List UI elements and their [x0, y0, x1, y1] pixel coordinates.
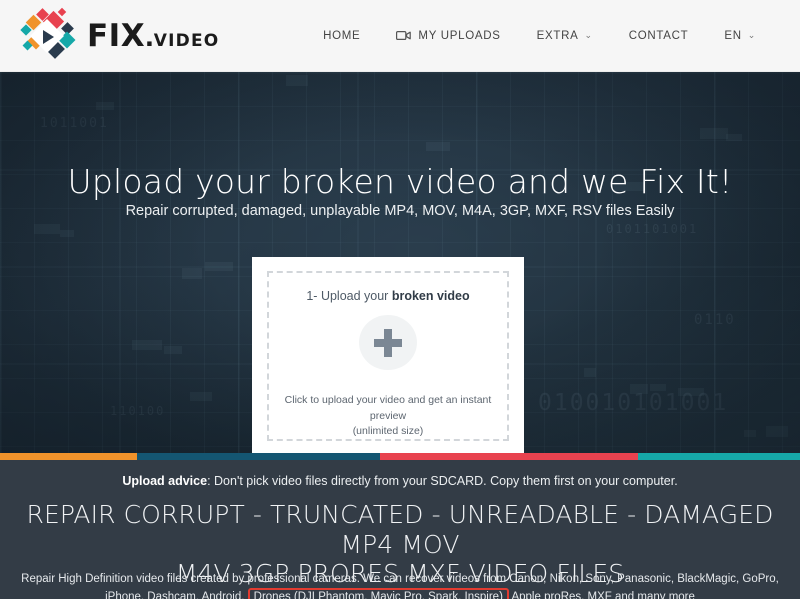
- chevron-down-icon: ⌄: [747, 30, 756, 40]
- nav-label-language: EN: [724, 29, 742, 42]
- nav-label-contact: CONTACT: [628, 29, 689, 42]
- hero-title: Upload your broken video and we Fix It!: [67, 162, 733, 201]
- logo-wordmark: FIX . VIDEO: [87, 18, 219, 54]
- upload-advice-text: : Don't pick video files directly from y…: [207, 474, 678, 488]
- page-root: FIX . VIDEO HOME MY UPLOADS EXTRA ⌄ CONT…: [0, 0, 800, 599]
- drones-highlight: Drones (DJI Phantom, Mavic Pro, Spark, I…: [247, 588, 509, 599]
- nav-label-home: HOME: [323, 29, 361, 42]
- upload-hint-line2: (unlimited size): [352, 424, 424, 437]
- nav-label-extra: EXTRA: [536, 29, 579, 42]
- nav-item-extra[interactable]: EXTRA ⌄: [519, 30, 611, 42]
- seo-paragraph: Repair High Definition video files creat…: [0, 570, 800, 599]
- upload-card[interactable]: 1- Upload your broken video Click to upl…: [252, 257, 524, 453]
- nav-label-my-uploads: MY UPLOADS: [418, 29, 501, 42]
- nav-item-my-uploads[interactable]: MY UPLOADS: [378, 30, 518, 42]
- upload-step-label: 1- Upload your broken video: [306, 289, 469, 303]
- upload-plus-button[interactable]: [359, 315, 417, 371]
- footer-section: Upload advice: Don't pick video files di…: [0, 460, 800, 599]
- color-bar-segment-red: [380, 453, 638, 460]
- site-header: FIX . VIDEO HOME MY UPLOADS EXTRA ⌄ CONT…: [0, 0, 800, 72]
- upload-hint: Click to upload your video and get an in…: [281, 393, 496, 439]
- logo-fix-text: FIX: [87, 17, 146, 54]
- upload-hint-line1: Click to upload your video and get an in…: [284, 394, 492, 422]
- nav-item-language[interactable]: EN ⌄: [706, 30, 774, 42]
- color-bar-segment-teal: [638, 453, 800, 460]
- upload-advice: Upload advice: Don't pick video files di…: [0, 474, 800, 488]
- logo[interactable]: FIX . VIDEO: [18, 7, 219, 64]
- color-bar-segment-orange: [0, 453, 137, 460]
- chevron-down-icon: ⌄: [584, 30, 593, 40]
- color-bar-segment-dark-teal: [137, 453, 380, 460]
- hero-subtitle: Repair corrupted, damaged, unplayable MP…: [125, 203, 675, 219]
- logo-video-text: VIDEO: [153, 30, 220, 51]
- plus-icon: [374, 328, 402, 357]
- hero-section: 010010101001 1011001 0101101001 110100 0…: [0, 72, 800, 453]
- upload-step-prefix: 1- Upload your: [306, 289, 392, 303]
- main-navigation: HOME MY UPLOADS EXTRA ⌄ CONTACT EN ⌄: [305, 30, 774, 42]
- upload-step-strong: broken video: [391, 289, 470, 303]
- logo-mosaic-icon: [18, 7, 80, 64]
- accent-color-bar: [0, 453, 800, 460]
- seo-paragraph-part2: Apple proRes, MXF and many more: [508, 591, 695, 599]
- logo-dot: .: [145, 17, 154, 53]
- video-camera-icon: [396, 30, 412, 41]
- nav-item-home[interactable]: HOME: [305, 30, 378, 42]
- nav-item-contact[interactable]: CONTACT: [611, 30, 707, 42]
- seo-heading-line1: REPAIR CORRUPT - TRUNCATED - UNREADABLE …: [26, 500, 774, 559]
- upload-advice-label: Upload advice: [122, 474, 208, 488]
- upload-dropzone[interactable]: 1- Upload your broken video Click to upl…: [267, 271, 509, 441]
